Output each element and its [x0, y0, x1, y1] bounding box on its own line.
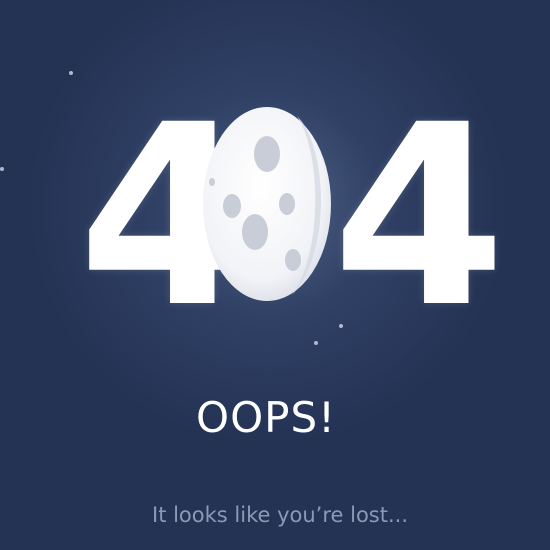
error-title: OOPS! — [196, 393, 336, 442]
moon-icon — [203, 107, 331, 301]
error-page: 4 4 OOPS! It looks like you’re lost... — [0, 0, 550, 550]
star — [69, 71, 73, 75]
star — [0, 167, 4, 171]
error-message: It looks like you’re lost... — [152, 503, 408, 527]
error-code-digit-right: 4 — [332, 71, 506, 362]
star — [314, 341, 318, 345]
